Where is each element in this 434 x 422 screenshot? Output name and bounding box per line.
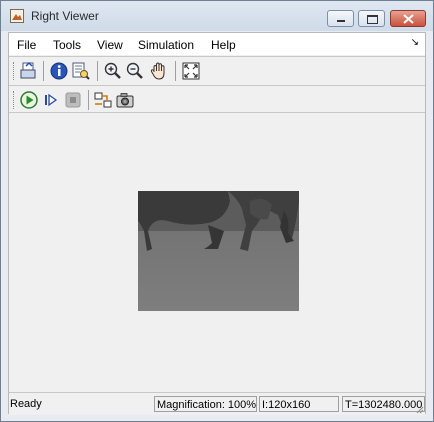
menu-bar: File Tools View Simulation Help ↘ bbox=[9, 33, 425, 55]
memory-inspect-icon[interactable] bbox=[71, 61, 91, 81]
fit-to-window-icon[interactable] bbox=[181, 61, 201, 81]
image-viewport[interactable] bbox=[9, 113, 425, 391]
close-icon bbox=[403, 14, 414, 24]
menu-tools[interactable]: Tools bbox=[53, 38, 81, 52]
snapshot-camera-icon[interactable] bbox=[115, 90, 135, 110]
toolbar-grip[interactable] bbox=[13, 62, 16, 80]
toolbar-separator bbox=[175, 61, 176, 81]
minimize-icon bbox=[337, 20, 345, 22]
pan-hand-icon[interactable] bbox=[149, 61, 169, 81]
title-bar[interactable]: Right Viewer bbox=[1, 1, 433, 31]
menu-help[interactable]: Help bbox=[211, 38, 236, 52]
magnification-status: Magnification: 100% bbox=[154, 396, 257, 412]
toolbar-separator bbox=[88, 90, 89, 110]
sim-time-status: T=1302480.000 bbox=[342, 396, 425, 412]
viewer-window: Right Viewer File Tools View Simulation … bbox=[0, 0, 434, 422]
status-bar: Ready Magnification: 100% I:120x160 T=13… bbox=[9, 392, 425, 415]
menu-simulation[interactable]: Simulation bbox=[138, 38, 194, 52]
window-title: Right Viewer bbox=[31, 9, 99, 23]
client-area: File Tools View Simulation Help ↘ Ready … bbox=[8, 32, 426, 415]
menu-file[interactable]: File bbox=[17, 38, 36, 52]
video-frame bbox=[138, 191, 299, 311]
toolbar-separator bbox=[43, 61, 44, 81]
stop-icon[interactable] bbox=[63, 90, 83, 110]
app-icon bbox=[10, 9, 24, 23]
zoom-out-icon[interactable] bbox=[125, 61, 145, 81]
print-icon[interactable] bbox=[19, 61, 39, 81]
step-forward-icon[interactable] bbox=[41, 90, 61, 110]
run-icon[interactable] bbox=[19, 90, 39, 110]
resize-grip-icon[interactable] bbox=[414, 404, 424, 414]
zoom-in-icon[interactable] bbox=[103, 61, 123, 81]
info-icon[interactable] bbox=[49, 61, 69, 81]
toolbar-primary bbox=[9, 57, 425, 85]
toolbar-simulation bbox=[9, 86, 425, 114]
maximize-button[interactable] bbox=[358, 10, 385, 27]
highlight-signal-icon[interactable] bbox=[93, 90, 113, 110]
image-size-status: I:120x160 bbox=[259, 396, 339, 412]
toolbar-separator bbox=[97, 61, 98, 81]
close-button[interactable] bbox=[390, 10, 426, 27]
toolbar-grip[interactable] bbox=[13, 91, 16, 109]
menu-overflow-icon[interactable]: ↘ bbox=[411, 37, 419, 48]
minimize-button[interactable] bbox=[327, 10, 354, 27]
maximize-icon bbox=[367, 15, 378, 24]
menu-view[interactable]: View bbox=[97, 38, 123, 52]
status-text: Ready bbox=[10, 398, 42, 410]
